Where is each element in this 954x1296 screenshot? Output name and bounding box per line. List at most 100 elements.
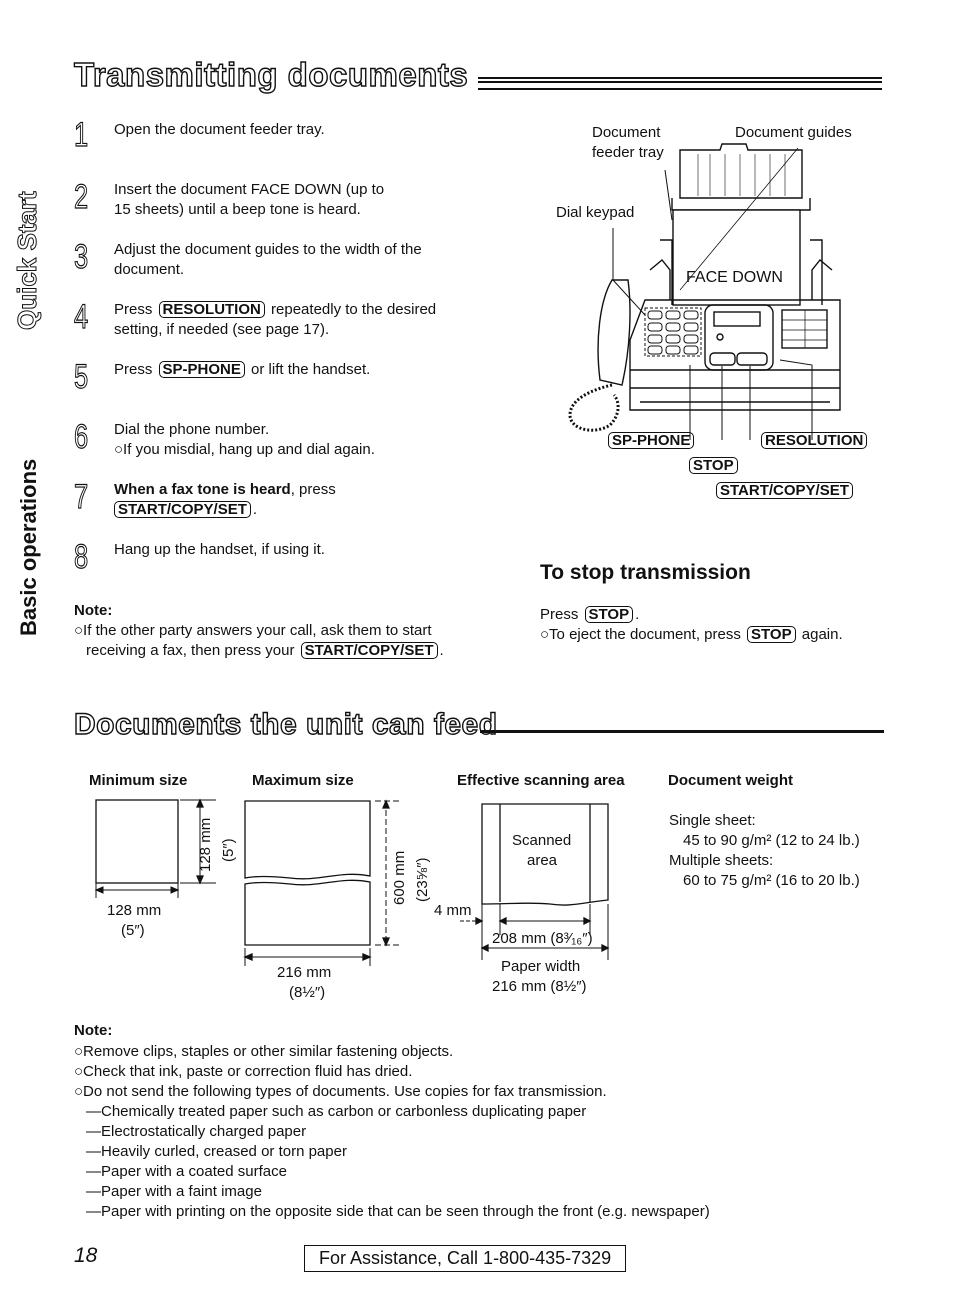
handset-cord [568,383,620,432]
section-title-transmitting: Transmitting documents [73,55,469,93]
note-bullet: ○Remove clips, staples or other similar … [74,1043,454,1060]
note-dash-item: —Electrostatically charged paper [86,1123,307,1140]
stop-line1: Press STOP. [540,606,640,623]
note-label: Note: [74,1022,113,1039]
lcd-display [713,311,761,327]
step-number: 5 [74,358,89,396]
start-copy-set-key: START/COPY/SET [300,642,438,659]
scan-area-heading: Effective scanning area [457,772,625,789]
single-sheet-value: 45 to 90 g/m² (12 to 24 lb.) [683,832,860,849]
min-width-mm: 128 mm [107,902,162,919]
stop-section-title: To stop transmission [540,561,751,584]
resolution-key-label: RESOLUTION [761,432,868,449]
min-size-page [95,799,179,884]
paper-width-value: 216 mm (8½″) [492,978,587,995]
note-label: Note: [74,602,113,619]
step-text: , press [290,481,336,498]
step-number: 4 [74,298,89,336]
step-text-line2: setting, if needed (see page 17). [114,321,330,338]
min-height-mm: 128 mm [197,817,214,872]
page-number: 18 [74,1244,98,1267]
document-paper [672,209,801,306]
side-tab-basic-operations: Basic operations [16,458,41,636]
step-text-bold: When a fax tone is heard [114,481,291,498]
step-text: Open the document feeder tray. [114,121,325,138]
min-size-heading: Minimum size [89,772,188,789]
step-text: repeatedly to the desired [271,301,437,318]
sp-phone-key-label: SP-PHONE [608,432,695,449]
step-text: Press [114,361,153,378]
scanned-label-1: Scanned [512,832,572,849]
max-size-page-top [244,800,371,880]
multi-sheet-label: Multiple sheets: [669,852,774,869]
stop-line2: ○To eject the document, press STOP again… [540,625,843,645]
note-text: receiving a fax, then press your [86,642,295,659]
start-copy-set-key-label: START/COPY/SET [716,482,853,499]
max-height-in: (23⅝″) [414,857,431,903]
note-dash-item: —Paper with a coated surface [86,1163,287,1180]
handset [597,279,631,386]
title-rule [478,77,882,90]
max-width-in: (8½″) [289,984,326,1001]
stop-text: ○To eject the document, press [540,626,741,643]
dial-keypad [644,307,702,357]
sp-phone-key: SP-PHONE [158,361,245,378]
paper-width-label: Paper width [501,958,581,975]
stop-key: STOP [584,606,634,623]
note-line1: ○If the other party answers your call, a… [74,622,432,639]
stop-key: STOP [747,626,796,643]
step-number: 2 [74,178,89,216]
margin-label: 4 mm [434,902,472,919]
step-text-line1: Adjust the document guides to the width … [114,241,422,258]
note-dash-item: —Heavily curled, creased or torn paper [86,1143,347,1160]
single-sheet-label: Single sheet: [669,812,756,829]
note-bullet: ○Check that ink, paste or correction flu… [74,1063,413,1080]
note-line2: receiving a fax, then press your START/C… [86,642,444,659]
step-text: or lift the handset. [251,361,371,378]
stop-text: again. [801,626,843,643]
control-panel [704,304,774,371]
stop-button-shape [709,352,736,366]
title-rule [480,730,884,733]
scan-width-label: 208 mm (8³⁄₁₆″) [492,930,593,947]
step-number: 6 [74,418,89,456]
fax-machine-illustration [568,143,841,440]
min-width-dimension [94,882,180,898]
min-width-in: (5″) [121,922,145,939]
stop-text: Press [540,606,579,623]
max-size-heading: Maximum size [252,772,354,789]
section-title-documents: Documents the unit can feed [73,707,498,741]
step-number: 3 [74,238,89,276]
max-size-diagram [243,799,400,966]
step-text-line1: Press RESOLUTION repeatedly to the desir… [114,300,436,320]
resolution-key: RESOLUTION [158,301,265,318]
start-copy-set-key: START/COPY/SET [114,501,251,518]
step-text: Press [114,301,153,318]
step-text: Hang up the handset, if using it. [114,541,325,558]
step-text-line2: START/COPY/SET. [112,500,257,520]
step-number: 8 [74,538,89,576]
max-width-mm: 216 mm [277,964,332,981]
min-height-in: (5″) [220,838,237,862]
step-text-line2: document. [114,261,185,278]
step-number: 1 [74,116,89,154]
note-bullet: ○Do not send the following types of docu… [74,1083,607,1100]
step-number: 7 [74,478,89,516]
note-dash-item: —Chemically treated paper such as carbon… [86,1103,587,1120]
side-tab-quick-start: Quick Start [12,191,43,331]
note-dash-item: —Paper with a faint image [86,1183,262,1200]
step-text-line2: ○If you misdial, hang up and dial again. [114,441,375,458]
weight-heading: Document weight [668,772,794,789]
note-dash-item: —Paper with printing on the opposite sid… [86,1203,710,1220]
max-size-page-bottom [244,879,371,946]
face-down-label: FACE DOWN [686,269,783,286]
one-touch-panel [781,309,828,349]
stop-key-label: STOP [689,457,738,474]
step-text-line1: Insert the document FACE DOWN (up to [114,181,385,198]
step-text-line1: Dial the phone number. [114,421,270,438]
step-text-line1: Press SP-PHONE or lift the handset. [114,360,370,380]
multi-sheet-value: 60 to 75 g/m² (16 to 20 lb.) [683,872,860,889]
step-text-line1: When a fax tone is heard, press [114,480,336,500]
assistance-box: For Assistance, Call 1-800-435-7329 [304,1245,627,1272]
max-height-mm: 600 mm [391,850,408,905]
